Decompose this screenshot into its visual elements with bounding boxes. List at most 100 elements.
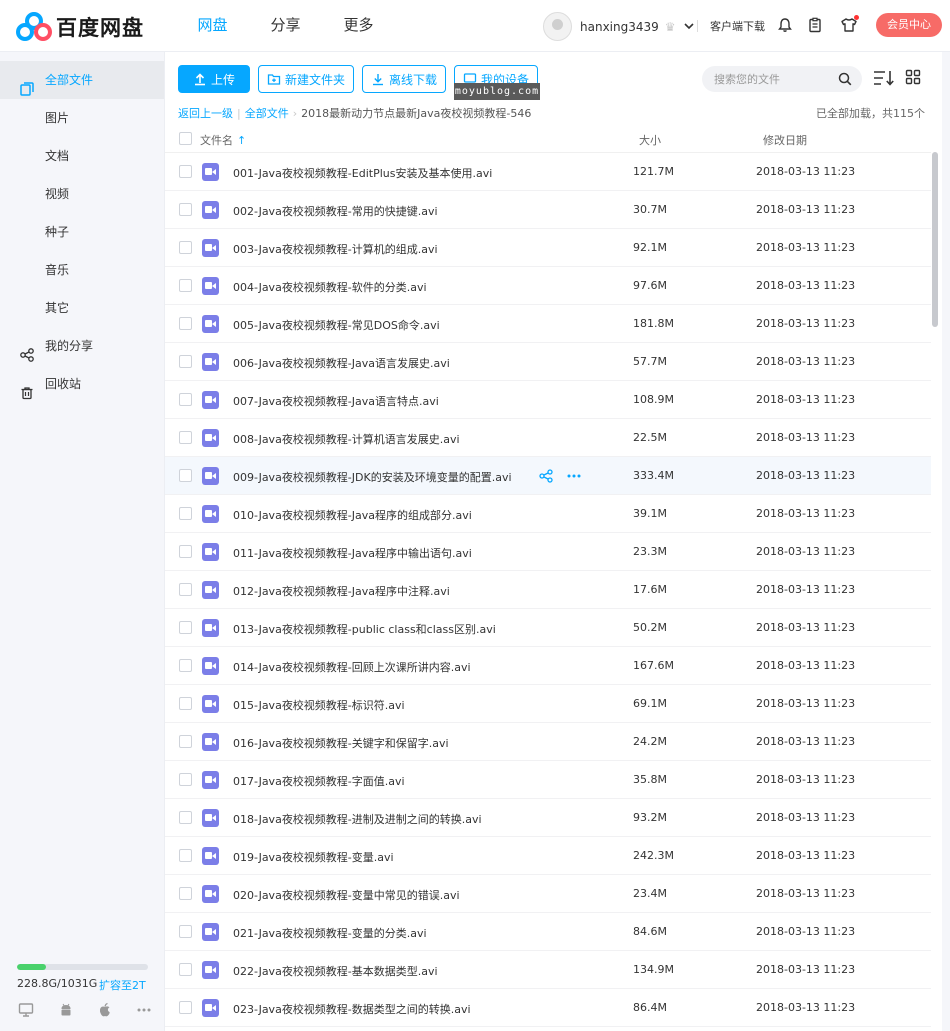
file-name[interactable]: 013-Java夜校视频教程-public class和class区别.avi [233, 621, 496, 637]
table-row[interactable]: 004-Java夜校视频教程-软件的分类.avi 97.6M 2018-03-13 … [165, 267, 931, 305]
sidebar-item-my-shares[interactable]: 我的分享 [0, 327, 164, 365]
row-checkbox[interactable] [179, 773, 192, 786]
file-name[interactable]: 004-Java夜校视频教程-软件的分类.avi [233, 279, 427, 295]
sidebar-item-torrents[interactable]: 种子 [0, 213, 164, 251]
more-icon[interactable] [135, 1002, 153, 1020]
sidebar-item-music[interactable]: 音乐 [0, 251, 164, 289]
apple-icon[interactable] [96, 1002, 114, 1020]
table-row[interactable]: 019-Java夜校视频教程-变量.avi 242.3M 2018-03-13 11… [165, 837, 931, 875]
sidebar-item-others[interactable]: 其它 [0, 289, 164, 327]
row-checkbox[interactable] [179, 507, 192, 520]
file-name[interactable]: 010-Java夜校视频教程-Java程序的组成部分.avi [233, 507, 472, 523]
column-header-size[interactable]: 大小 [639, 132, 661, 148]
table-row[interactable]: 020-Java夜校视频教程-变量中常见的错误.avi 23.4M 2018-03-… [165, 875, 931, 913]
nav-item-share[interactable]: 分享 [249, 0, 322, 52]
table-row[interactable]: 011-Java夜校视频教程-Java程序中输出语句.avi 23.3M 2018-… [165, 533, 931, 571]
file-name[interactable]: 006-Java夜校视频教程-Java语言发展史.avi [233, 355, 450, 371]
sidebar-item-images[interactable]: 图片 [0, 99, 164, 137]
row-checkbox[interactable] [179, 621, 192, 634]
more-icon[interactable] [566, 469, 582, 483]
table-row[interactable]: 021-Java夜校视频教程-变量的分类.avi 84.6M 2018-03-13 … [165, 913, 931, 951]
row-checkbox[interactable] [179, 659, 192, 672]
breadcrumb-back[interactable]: 返回上一级 [178, 105, 233, 121]
select-all-checkbox[interactable] [179, 132, 192, 145]
row-checkbox[interactable] [179, 431, 192, 444]
breadcrumb-root[interactable]: 全部文件 [245, 105, 289, 121]
file-name[interactable]: 011-Java夜校视频教程-Java程序中输出语句.avi [233, 545, 472, 561]
chevron-down-icon[interactable] [683, 20, 694, 33]
file-name[interactable]: 017-Java夜校视频教程-字面值.avi [233, 773, 405, 789]
table-row[interactable]: 018-Java夜校视频教程-进制及进制之间的转换.avi 93.2M 2018-0… [165, 799, 931, 837]
row-checkbox[interactable] [179, 355, 192, 368]
sidebar-item-all-files[interactable]: 全部文件 [0, 61, 164, 99]
file-name[interactable]: 007-Java夜校视频教程-Java语言特点.avi [233, 393, 439, 409]
sidebar-item-recycle-bin[interactable]: 回收站 [0, 365, 164, 403]
file-name[interactable]: 014-Java夜校视频教程-回顾上次课所讲内容.avi [233, 659, 471, 675]
sidebar-item-docs[interactable]: 文档 [0, 137, 164, 175]
file-name[interactable]: 012-Java夜校视频教程-Java程序中注释.avi [233, 583, 450, 599]
file-name[interactable]: 002-Java夜校视频教程-常用的快捷键.avi [233, 203, 438, 219]
row-checkbox[interactable] [179, 583, 192, 596]
row-checkbox[interactable] [179, 203, 192, 216]
row-checkbox[interactable] [179, 279, 192, 292]
row-checkbox[interactable] [179, 735, 192, 748]
row-checkbox[interactable] [179, 1001, 192, 1014]
file-name[interactable]: 016-Java夜校视频教程-关键字和保留字.avi [233, 735, 449, 751]
offline-download-button[interactable]: 离线下载 [362, 65, 447, 93]
sort-icon[interactable] [873, 69, 894, 89]
row-checkbox[interactable] [179, 849, 192, 862]
file-name[interactable]: 003-Java夜校视频教程-计算机的组成.avi [233, 241, 438, 257]
scrollbar[interactable] [932, 152, 938, 327]
table-row[interactable]: 010-Java夜校视频教程-Java程序的组成部分.avi 39.1M 2018-… [165, 495, 931, 533]
row-checkbox[interactable] [179, 925, 192, 938]
column-header-date[interactable]: 修改日期 [763, 132, 807, 148]
row-checkbox[interactable] [179, 545, 192, 558]
logo[interactable]: 百度网盘 [16, 12, 144, 42]
file-name[interactable]: 008-Java夜校视频教程-计算机语言发展史.avi [233, 431, 460, 447]
file-name[interactable]: 009-Java夜校视频教程-JDK的安装及环境变量的配置.avi [233, 469, 512, 485]
file-name[interactable]: 015-Java夜校视频教程-标识符.avi [233, 697, 405, 713]
row-checkbox[interactable] [179, 241, 192, 254]
clipboard-icon[interactable] [805, 15, 825, 35]
row-checkbox[interactable] [179, 317, 192, 330]
avatar[interactable] [543, 12, 572, 41]
file-name[interactable]: 020-Java夜校视频教程-变量中常见的错误.avi [233, 887, 460, 903]
user-menu[interactable]: hanxing3439 ♛ [543, 12, 694, 41]
upload-button[interactable]: 上传 [178, 65, 250, 93]
table-row[interactable]: 022-Java夜校视频教程-基本数据类型.avi 134.9M 2018-03-1… [165, 951, 931, 989]
table-row[interactable]: 016-Java夜校视频教程-关键字和保留字.avi 24.2M 2018-03-1… [165, 723, 931, 761]
client-download-link[interactable]: 客户端下载 [710, 18, 765, 34]
file-name[interactable]: 005-Java夜校视频教程-常见DOS命令.avi [233, 317, 440, 333]
expand-storage-link[interactable]: 扩容至2T [99, 977, 146, 993]
file-name[interactable]: 023-Java夜校视频教程-数据类型之间的转换.avi [233, 1001, 471, 1017]
table-row[interactable]: 003-Java夜校视频教程-计算机的组成.avi 92.1M 2018-03-13… [165, 229, 931, 267]
table-row[interactable]: 012-Java夜校视频教程-Java程序中注释.avi 17.6M 2018-03… [165, 571, 931, 609]
row-checkbox[interactable] [179, 469, 192, 482]
vip-center-button[interactable]: 会员中心 [876, 13, 942, 37]
file-name[interactable]: 001-Java夜校视频教程-EditPlus安装及基本使用.avi [233, 165, 492, 181]
grid-view-icon[interactable] [905, 69, 925, 89]
search-box[interactable] [702, 66, 862, 92]
file-name[interactable]: 019-Java夜校视频教程-变量.avi [233, 849, 394, 865]
table-row[interactable]: 013-Java夜校视频教程-public class和class区别.avi 5… [165, 609, 931, 647]
table-row[interactable]: 023-Java夜校视频教程-数据类型之间的转换.avi 86.4M 2018-03… [165, 989, 931, 1027]
row-checkbox[interactable] [179, 697, 192, 710]
table-row[interactable]: 008-Java夜校视频教程-计算机语言发展史.avi 22.5M 2018-03-… [165, 419, 931, 457]
row-checkbox[interactable] [179, 811, 192, 824]
table-row[interactable]: 001-Java夜校视频教程-EditPlus安装及基本使用.avi 121.7M… [165, 153, 931, 191]
table-row[interactable]: 009-Java夜校视频教程-JDK的安装及环境变量的配置.avi 333.4M 2… [165, 457, 931, 495]
row-checkbox[interactable] [179, 393, 192, 406]
search-icon[interactable] [838, 72, 852, 89]
row-checkbox[interactable] [179, 963, 192, 976]
table-row[interactable]: 017-Java夜校视频教程-字面值.avi 35.8M 2018-03-13 11… [165, 761, 931, 799]
bell-icon[interactable] [775, 15, 795, 35]
share-icon[interactable] [539, 469, 555, 483]
file-name[interactable]: 021-Java夜校视频教程-变量的分类.avi [233, 925, 427, 941]
nav-item-more[interactable]: 更多 [322, 0, 395, 52]
android-icon[interactable] [57, 1002, 75, 1020]
table-row[interactable]: 006-Java夜校视频教程-Java语言发展史.avi 57.7M 2018-03… [165, 343, 931, 381]
tshirt-icon[interactable] [839, 15, 859, 35]
file-name[interactable]: 018-Java夜校视频教程-进制及进制之间的转换.avi [233, 811, 482, 827]
new-folder-button[interactable]: 新建文件夹 [258, 65, 355, 93]
nav-item-wangpan[interactable]: 网盘 [176, 0, 249, 52]
